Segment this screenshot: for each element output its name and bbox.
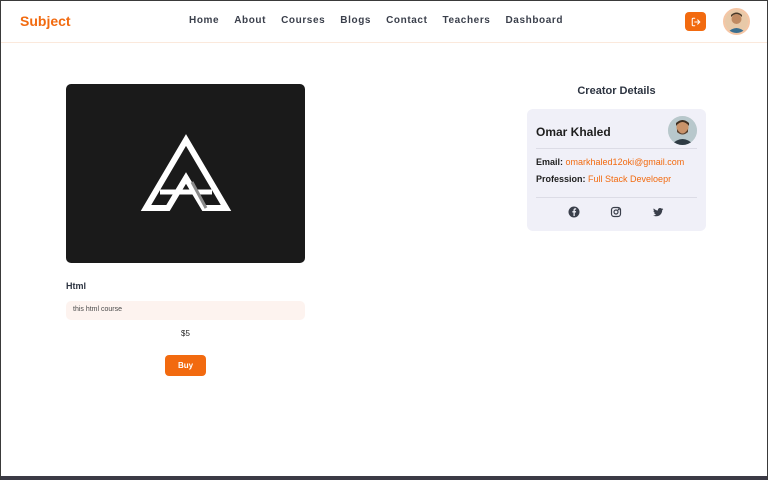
divider bbox=[536, 197, 697, 198]
creator-profession-row: Profession: Full Stack Develoepr bbox=[536, 174, 671, 184]
logout-icon bbox=[691, 17, 700, 26]
nav-dashboard[interactable]: Dashboard bbox=[505, 15, 563, 26]
nav-teachers[interactable]: Teachers bbox=[443, 15, 491, 26]
nav-home[interactable]: Home bbox=[189, 15, 219, 26]
user-avatar[interactable] bbox=[723, 8, 750, 35]
nav-contact[interactable]: Contact bbox=[386, 15, 427, 26]
course-logo-icon bbox=[140, 133, 231, 211]
facebook-icon[interactable] bbox=[567, 205, 581, 219]
nav-blogs[interactable]: Blogs bbox=[340, 15, 371, 26]
brand-logo[interactable]: Subject bbox=[20, 13, 71, 29]
course-description: this html course bbox=[66, 301, 305, 320]
email-label: Email: bbox=[536, 157, 564, 167]
nav-about[interactable]: About bbox=[234, 15, 266, 26]
creator-email-row: Email: omarkhaled12oki@gmail.com bbox=[536, 157, 684, 167]
logout-button[interactable] bbox=[685, 12, 706, 31]
nav-links: Home About Courses Blogs Contact Teacher… bbox=[189, 15, 578, 26]
footer-bar bbox=[1, 476, 767, 480]
nav-courses[interactable]: Courses bbox=[281, 15, 325, 26]
creator-avatar bbox=[668, 116, 697, 145]
creator-name: Omar Khaled bbox=[536, 125, 611, 139]
divider bbox=[536, 148, 697, 149]
creator-card: Omar Khaled Email: omarkhaled12oki@gmail… bbox=[527, 109, 706, 231]
course-image bbox=[66, 84, 305, 263]
course-title: Html bbox=[66, 281, 86, 291]
creator-profession: Full Stack Develoepr bbox=[588, 174, 672, 184]
creator-heading: Creator Details bbox=[577, 85, 656, 97]
course-price: $5 bbox=[181, 329, 190, 338]
profession-label: Profession: bbox=[536, 174, 586, 184]
navbar: Subject Home About Courses Blogs Contact… bbox=[1, 1, 767, 43]
instagram-icon[interactable] bbox=[609, 205, 623, 219]
twitter-icon[interactable] bbox=[651, 205, 665, 219]
buy-button[interactable]: Buy bbox=[165, 355, 206, 376]
creator-email[interactable]: omarkhaled12oki@gmail.com bbox=[566, 157, 685, 167]
